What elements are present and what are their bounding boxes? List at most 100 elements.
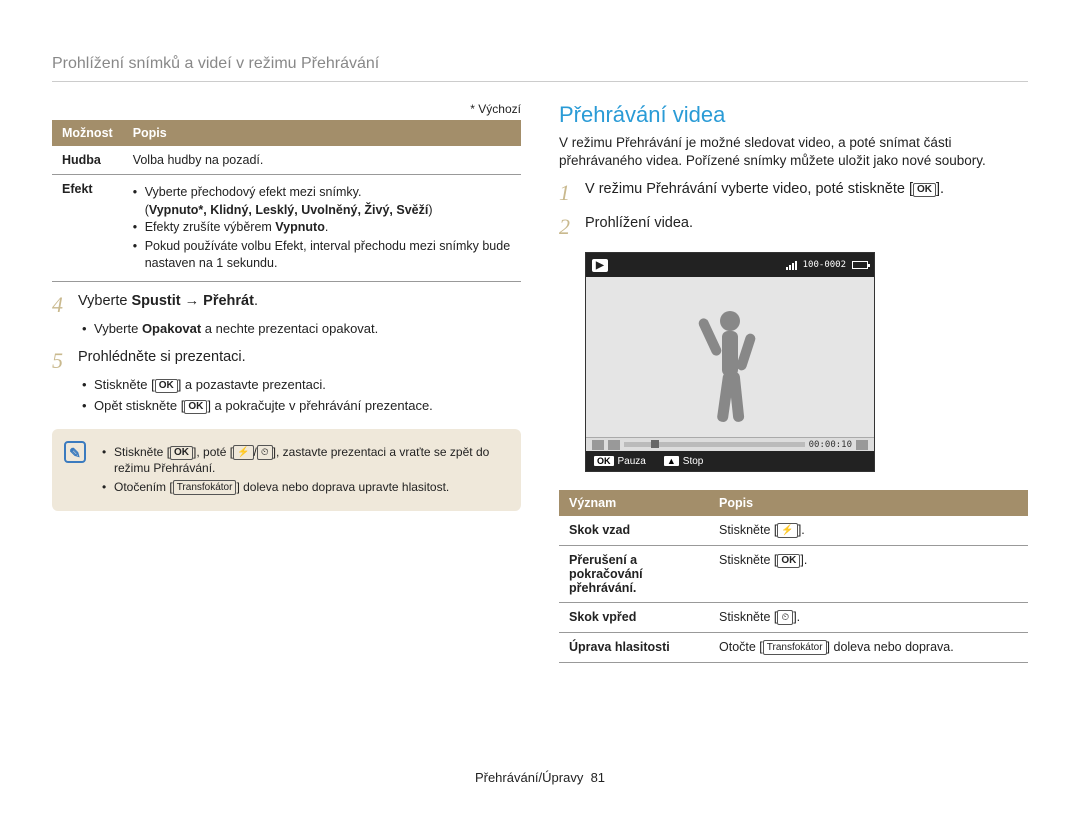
n1a: Stiskněte [ — [114, 445, 170, 459]
efekt-b3: Efekty zrušíte výběrem Vypnuto. — [133, 219, 511, 236]
r1da: Stiskněte [ — [719, 523, 777, 537]
n2a: Otočením [ — [114, 480, 173, 494]
step-5-text: Prohlédněte si prezentaci. — [78, 348, 246, 367]
video-preview: ▶ 100-0002 — [585, 252, 875, 472]
row-efekt-label: Efekt — [52, 175, 123, 282]
section-intro: V režimu Přehrávání je možné sledovat vi… — [559, 134, 1028, 170]
row-pause-resume-desc: Stiskněte [OK]. — [709, 546, 1028, 603]
ok-icon-3: OK — [170, 446, 193, 460]
page-title: Prohlížení snímků a videí v režimu Přehr… — [52, 55, 1028, 82]
b3a: Efekty zrušíte výběrem — [145, 220, 276, 234]
timecode: 00:00:10 — [809, 440, 852, 450]
r1db: ]. — [798, 523, 805, 537]
footer-pause: Pauza — [618, 456, 646, 467]
r3da: Stiskněte [ — [719, 610, 777, 624]
flash-icon: ⚡ — [233, 445, 253, 460]
signal-icon — [786, 261, 797, 270]
s5s1a: Stiskněte [ — [94, 377, 155, 392]
seek-bar — [624, 442, 805, 447]
note-box: ✎ Stiskněte [OK], poté [⚡/⏲], zastavte p… — [52, 429, 521, 511]
r2da: Stiskněte [ — [719, 553, 777, 567]
timer-icon-2: ⏲ — [777, 610, 793, 625]
row-hudba-label: Hudba — [52, 146, 123, 175]
row-skip-fwd-desc: Stiskněte [⏲]. — [709, 603, 1028, 633]
row-pause-resume: Přerušení a pokračování přehrávání. — [559, 546, 709, 603]
note-1: Stiskněte [OK], poté [⚡/⏲], zastavte pre… — [102, 444, 507, 476]
section-title: Přehrávání videa — [559, 102, 1028, 128]
s4s1b: Opakovat — [142, 321, 201, 336]
row-skip-back-desc: Stiskněte [⚡]. — [709, 516, 1028, 546]
step-1-text: V režimu Přehrávání vyberte video, poté … — [585, 180, 944, 199]
col-desc-2: Popis — [709, 490, 1028, 516]
ok-key-icon: OK — [594, 456, 614, 466]
r1a: V režimu Přehrávání vyberte video, poté … — [585, 181, 913, 197]
r4db: ] doleva nebo doprava. — [827, 640, 954, 654]
b3c: . — [325, 220, 328, 234]
row-hudba-desc: Volba hudby na pozadí. — [123, 146, 521, 175]
efekt-options: Vypnuto*, Klidný, Lesklý, Uvolněný, Živý… — [149, 203, 428, 217]
forward-icon — [856, 440, 868, 450]
s4e: . — [254, 293, 258, 309]
r2db: ]. — [800, 553, 807, 567]
s4s1c: a nechte prezentaci opakovat. — [201, 321, 378, 336]
step-2-num: 2 — [559, 214, 585, 238]
options-table: Možnost Popis Hudba Volba hudby na pozad… — [52, 120, 521, 282]
col-meaning: Význam — [559, 490, 709, 516]
ok-icon-2: OK — [184, 400, 207, 414]
video-progress-bar: 00:00:10 — [586, 437, 874, 451]
row-volume: Úprava hlasitosti — [559, 633, 709, 663]
n2b: ] doleva nebo doprava upravte hlasitost. — [236, 480, 449, 494]
zoom-button-label-2: Transfokátor — [763, 640, 827, 655]
col-desc: Popis — [123, 120, 521, 146]
footer-section: Přehrávání/Úpravy — [475, 770, 583, 785]
step-1-num: 1 — [559, 180, 585, 204]
left-column: * Výchozí Možnost Popis Hudba Volba hudb… — [52, 102, 521, 663]
s4c: → — [181, 293, 204, 309]
video-canvas — [586, 277, 874, 437]
step-4-text: Vyberte Spustit → Přehrát. — [78, 292, 258, 311]
ok-icon-4: OK — [913, 183, 936, 197]
file-counter: 100-0002 — [803, 260, 846, 270]
s4b: Spustit — [131, 293, 180, 309]
video-topbar: ▶ 100-0002 — [586, 253, 874, 277]
row-skip-fwd: Skok vpřed — [559, 603, 709, 633]
step-2: 2 Prohlížení videa. — [559, 214, 1028, 238]
s5s1b: ] a pozastavte prezentaci. — [178, 377, 326, 392]
controls-table: Význam Popis Skok vzad Stiskněte [⚡]. Př… — [559, 490, 1028, 663]
s5s2a: Opět stiskněte [ — [94, 398, 184, 413]
b3b: Vypnuto — [275, 220, 325, 234]
r1b: ]. — [936, 181, 944, 197]
zoom-button-label: Transfokátor — [173, 480, 237, 495]
step-2-text: Prohlížení videa. — [585, 214, 693, 233]
step-1: 1 V režimu Přehrávání vyberte video, pot… — [559, 180, 1028, 204]
row-volume-desc: Otočte [Transfokátor] doleva nebo doprav… — [709, 633, 1028, 663]
battery-icon — [852, 261, 868, 269]
info-icon: ✎ — [64, 441, 86, 463]
page-footer: Přehrávání/Úpravy 81 — [0, 770, 1080, 785]
right-column: Přehrávání videa V režimu Přehrávání je … — [559, 102, 1028, 663]
s4a: Vyberte — [78, 293, 131, 309]
s4s1a: Vyberte — [94, 321, 142, 336]
step4-sub1: Vyberte Opakovat a nechte prezentaci opa… — [82, 320, 521, 338]
paren-close: ) — [428, 203, 432, 217]
ok-icon-5: OK — [777, 554, 800, 568]
page-number: 81 — [591, 770, 605, 785]
ok-icon: OK — [155, 379, 178, 393]
rewind-icon — [592, 440, 604, 450]
default-note: * Výchozí — [52, 102, 521, 116]
col-option: Možnost — [52, 120, 123, 146]
step5-sub1: Stiskněte [OK] a pozastavte prezentaci. — [82, 376, 521, 394]
row-skip-back: Skok vzad — [559, 516, 709, 546]
up-key-icon: ▲ — [664, 456, 679, 466]
play-mode-icon: ▶ — [592, 259, 608, 272]
step5-sub2: Opět stiskněte [OK] a pokračujte v přehr… — [82, 397, 521, 415]
r3db: ]. — [793, 610, 800, 624]
row-efekt-desc: Vyberte přechodový efekt mezi snímky. (V… — [123, 175, 521, 282]
step-4-num: 4 — [52, 292, 78, 316]
play-icon — [608, 440, 620, 450]
step-5-num: 5 — [52, 348, 78, 372]
n1b: ], poté [ — [193, 445, 233, 459]
video-footer: OK Pauza ▲ Stop — [586, 451, 874, 471]
timer-icon: ⏲ — [257, 445, 273, 460]
footer-stop: Stop — [683, 456, 704, 467]
